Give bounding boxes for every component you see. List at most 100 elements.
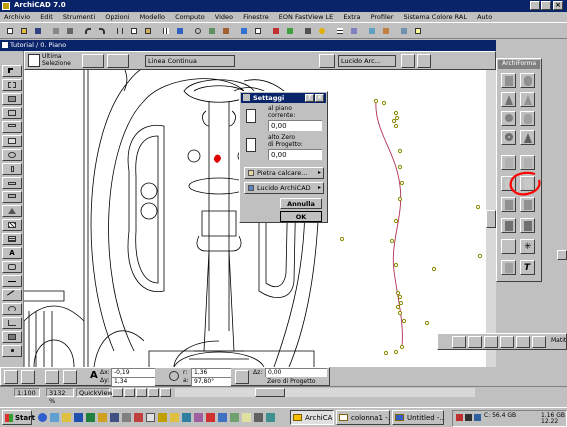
- revolve-icon[interactable]: [520, 111, 535, 126]
- quicklaunch-web-icon[interactable]: [218, 413, 227, 422]
- tool-object[interactable]: [2, 135, 22, 147]
- line-type-preview-icon[interactable]: [82, 54, 104, 68]
- light-icon[interactable]: ✳: [520, 239, 535, 254]
- help-icon[interactable]: [412, 25, 425, 38]
- menu-archivio[interactable]: Archivio: [4, 13, 30, 21]
- save-icon[interactable]: [32, 25, 45, 38]
- cube-icon[interactable]: [501, 73, 516, 88]
- quicklaunch-archicad-icon[interactable]: [158, 413, 167, 422]
- pencil-icon[interactable]: [452, 336, 466, 348]
- walk-icon[interactable]: [284, 25, 297, 38]
- quicklaunch-excel-icon[interactable]: [86, 413, 95, 422]
- layer-selector[interactable]: Lucido ArchiCAD ▸: [244, 182, 324, 194]
- scale-field[interactable]: 1:100: [14, 388, 40, 397]
- close-button[interactable]: ×: [553, 1, 563, 10]
- properties-icon[interactable]: [501, 260, 516, 275]
- sphere-icon[interactable]: [501, 111, 516, 126]
- tool-door[interactable]: [2, 107, 22, 119]
- quicklaunch-help-icon[interactable]: [242, 413, 251, 422]
- tool-roof[interactable]: [2, 205, 22, 217]
- menu-extra[interactable]: Extra: [343, 13, 360, 21]
- settings-help-button[interactable]: ?: [305, 94, 314, 102]
- relative-coords-icon[interactable]: [45, 370, 59, 384]
- layer-icon[interactable]: [319, 54, 335, 68]
- cut-icon[interactable]: [114, 25, 127, 38]
- quicklaunch-tool-icon[interactable]: [230, 413, 239, 422]
- curve-icon[interactable]: [468, 336, 482, 348]
- tool-fill[interactable]: [2, 331, 22, 343]
- vertical-scrollbar[interactable]: [486, 70, 496, 367]
- boolean-subtract-icon[interactable]: [520, 155, 535, 170]
- menu-sistema-colore[interactable]: Sistema Colore RAL: [404, 13, 467, 21]
- previous-zoom-icon[interactable]: [148, 388, 159, 397]
- tool-mesh[interactable]: [2, 219, 22, 231]
- quicklaunch-cad-icon[interactable]: [206, 413, 215, 422]
- quicklaunch-media2-icon[interactable]: [254, 413, 263, 422]
- zoom-out-icon[interactable]: [124, 388, 135, 397]
- ay-field[interactable]: 1,34: [111, 377, 155, 386]
- menu-strumenti[interactable]: Strumenti: [63, 13, 95, 21]
- menu-edit[interactable]: Edit: [40, 13, 53, 21]
- last-selection-label[interactable]: Ultima Selezione: [42, 53, 71, 67]
- scroll-thumb[interactable]: [486, 210, 496, 228]
- print-icon[interactable]: [50, 25, 63, 38]
- menu-computo[interactable]: Computo: [175, 13, 205, 21]
- selection-icon[interactable]: [28, 54, 40, 67]
- info-extra-button[interactable]: [401, 54, 415, 68]
- ok-button[interactable]: OK: [280, 211, 322, 222]
- maximize-button[interactable]: [541, 1, 551, 10]
- layer-field[interactable]: Lucido Arc...: [338, 55, 396, 67]
- quicklaunch-photo-icon[interactable]: [194, 413, 203, 422]
- plot-icon[interactable]: [64, 25, 77, 38]
- camera-icon[interactable]: [302, 25, 315, 38]
- material-selector[interactable]: Pietra calcare... ▸: [244, 167, 324, 179]
- a-field[interactable]: 97,80°: [191, 377, 231, 386]
- line-type-field[interactable]: Linea Continua: [145, 55, 235, 67]
- gutter-scroll-up[interactable]: [557, 250, 567, 260]
- tool-window[interactable]: [2, 121, 22, 133]
- tool-wall[interactable]: [2, 93, 22, 105]
- teamwork-icon[interactable]: [380, 25, 393, 38]
- pyramid-icon[interactable]: [520, 92, 535, 107]
- publish-icon[interactable]: [366, 25, 379, 38]
- quicklaunch-network-icon[interactable]: [182, 413, 191, 422]
- ax-field[interactable]: -0,19: [111, 368, 155, 377]
- redo-icon[interactable]: [96, 25, 109, 38]
- new-file-icon[interactable]: [4, 25, 17, 38]
- cylinder-icon[interactable]: [520, 73, 535, 88]
- floor-plan-icon[interactable]: [252, 25, 265, 38]
- quicklaunch-mail-icon[interactable]: [62, 413, 71, 422]
- quicklaunch-misc-icon[interactable]: [266, 413, 275, 422]
- zoom-icon[interactable]: [192, 25, 205, 38]
- 3d-window-icon[interactable]: [238, 25, 251, 38]
- tool-dimension[interactable]: [2, 275, 22, 287]
- mirror-icon[interactable]: [501, 239, 516, 254]
- grid-snap-icon[interactable]: [21, 370, 35, 384]
- pen-color-icon[interactable]: [107, 54, 129, 68]
- open-folder-icon[interactable]: [18, 25, 31, 38]
- menu-video[interactable]: Video: [215, 13, 233, 21]
- menu-opzioni[interactable]: Opzioni: [105, 13, 129, 21]
- quicklaunch-desktop-icon[interactable]: [50, 413, 59, 422]
- task-colonna1[interactable]: colonna1 -...: [336, 410, 390, 425]
- tool-marquee[interactable]: [2, 79, 22, 91]
- quicklaunch-word-icon[interactable]: [74, 413, 83, 422]
- constraint-icon[interactable]: [63, 370, 77, 384]
- task-untitled[interactable]: Untitled -...: [392, 410, 444, 425]
- tray-network-icon[interactable]: [474, 414, 481, 421]
- sun-icon[interactable]: [316, 25, 329, 38]
- zoom-field[interactable]: 3132 %: [46, 388, 74, 405]
- cone-icon[interactable]: [501, 92, 516, 107]
- elevation-ref-icon[interactable]: [235, 370, 249, 384]
- quicklaunch-folder-icon[interactable]: [170, 413, 179, 422]
- menu-profiler[interactable]: Profiler: [371, 13, 394, 21]
- horizontal-scrollbar[interactable]: [175, 388, 475, 397]
- horizontal-scroll-thumb[interactable]: [255, 388, 285, 397]
- z-field[interactable]: 0,00: [265, 368, 327, 377]
- tray-volume-icon[interactable]: [465, 414, 472, 421]
- menu-auto[interactable]: Auto: [477, 13, 492, 21]
- quicklaunch-paint-icon[interactable]: [134, 413, 143, 422]
- tool-column[interactable]: [2, 163, 22, 175]
- eraser-icon[interactable]: [484, 336, 498, 348]
- tool-label[interactable]: [2, 261, 22, 273]
